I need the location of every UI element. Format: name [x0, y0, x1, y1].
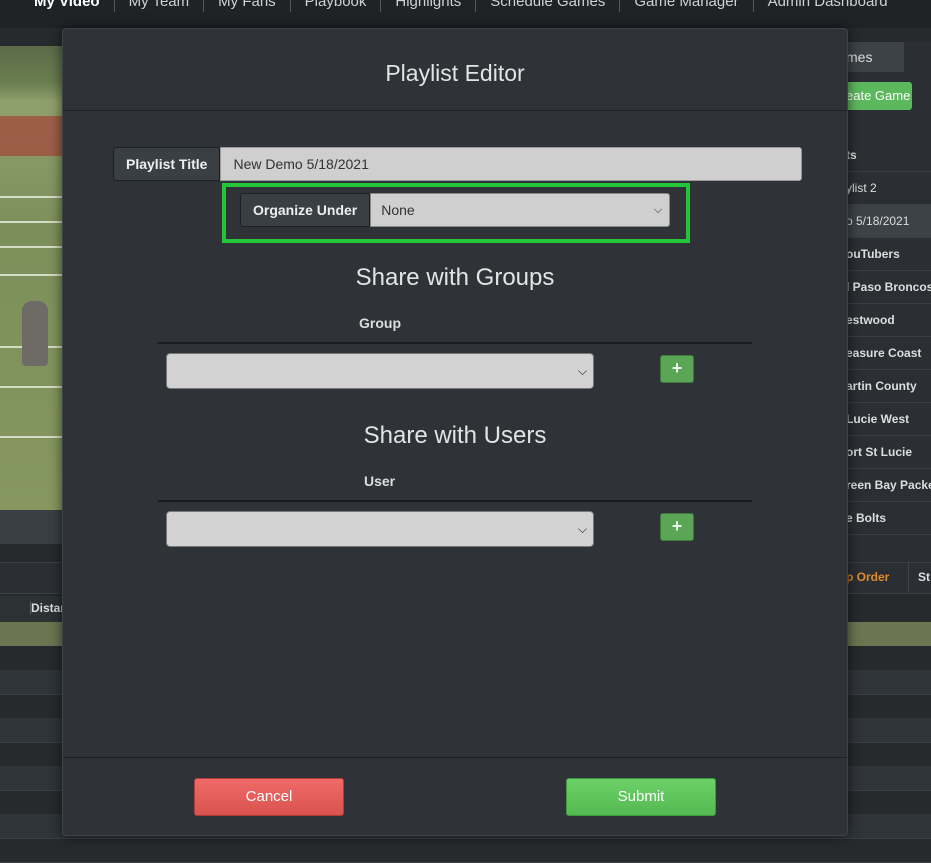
- add-group-button[interactable]: +: [660, 355, 694, 383]
- playlist-editor-modal: Playlist Editor Playlist Title New Demo …: [62, 28, 848, 836]
- yard-line: [0, 436, 62, 438]
- playlist-title-label: Playlist Title: [113, 147, 221, 181]
- list-item[interactable]: ort St Lucie: [846, 436, 931, 469]
- divider: [158, 500, 752, 502]
- tab-stats[interactable]: St: [908, 562, 931, 592]
- yard-line: [0, 196, 62, 198]
- yard-line: [0, 274, 62, 276]
- video-player[interactable]: [0, 46, 62, 510]
- organize-under-value: None: [381, 202, 415, 218]
- nav-schedule-games[interactable]: Schedule Games: [475, 0, 619, 12]
- list-item[interactable]: Lucie West: [846, 403, 931, 436]
- list-item[interactable]: e Bolts: [846, 502, 931, 535]
- create-game-button[interactable]: eate Game: [846, 82, 912, 110]
- list-item[interactable]: estwood: [846, 304, 931, 337]
- chevron-down-icon: ⌵: [577, 364, 587, 378]
- add-user-button[interactable]: +: [660, 513, 694, 541]
- yard-line: [0, 221, 62, 223]
- tab-games[interactable]: mes: [846, 42, 904, 72]
- nav-my-video[interactable]: My Video: [20, 0, 114, 12]
- modal-footer: [63, 757, 847, 836]
- organize-under-label: Organize Under: [240, 193, 371, 227]
- user-select[interactable]: ⌵: [166, 511, 594, 547]
- modal-header: Playlist Editor: [63, 29, 847, 111]
- divider: [158, 342, 752, 344]
- list-item[interactable]: ouTubers: [846, 238, 931, 271]
- group-select[interactable]: ⌵: [166, 353, 594, 389]
- chevron-down-icon: ⌵: [653, 204, 663, 216]
- cancel-button[interactable]: Cancel: [194, 778, 344, 816]
- list-item[interactable]: o 5/18/2021: [846, 205, 931, 238]
- playlist-list: ts ylist 2 o 5/18/2021 ouTubers l Paso B…: [846, 139, 931, 535]
- playlist-title-group: Playlist Title New Demo 5/18/2021: [113, 147, 803, 181]
- share-groups-title: Share with Groups: [355, 264, 555, 291]
- list-header: ts: [846, 139, 931, 172]
- organize-under-select[interactable]: None ⌵: [370, 193, 671, 227]
- nav-my-fans[interactable]: My Fans: [203, 0, 290, 12]
- table-row[interactable]: [0, 838, 931, 863]
- list-item[interactable]: l Paso Broncos: [846, 271, 931, 304]
- field-track: [0, 116, 62, 156]
- modal-title: Playlist Editor: [385, 60, 525, 86]
- list-item[interactable]: ylist 2: [846, 172, 931, 205]
- football-player: [22, 301, 48, 366]
- playlist-title-input[interactable]: New Demo 5/18/2021: [220, 147, 803, 181]
- playlist-side-panel: mes eate Game ts ylist 2 o 5/18/2021 ouT…: [846, 42, 931, 562]
- nav-my-team[interactable]: My Team: [113, 0, 204, 12]
- nav-admin-dashboard[interactable]: Admin Dashboard: [752, 0, 902, 12]
- yard-line: [0, 246, 62, 248]
- top-nav: My Video My Team My Fans Playbook Highli…: [0, 0, 931, 28]
- group-column-header: Group: [359, 315, 401, 331]
- share-users-title: Share with Users: [363, 422, 547, 449]
- list-item[interactable]: easure Coast: [846, 337, 931, 370]
- nav-highlights[interactable]: Highlights: [380, 0, 475, 12]
- user-column-header: User: [364, 473, 396, 489]
- video-controls[interactable]: [0, 510, 62, 544]
- list-item[interactable]: reen Bay Packe: [846, 469, 931, 502]
- chevron-down-icon: ⌵: [577, 522, 587, 536]
- nav-playbook[interactable]: Playbook: [289, 0, 381, 12]
- submit-button[interactable]: Submit: [566, 778, 716, 816]
- nav-game-manager[interactable]: Game Manager: [619, 0, 752, 12]
- yard-line: [0, 386, 62, 388]
- clip-table-header: Distan: [0, 596, 68, 622]
- list-item[interactable]: artin County: [846, 370, 931, 403]
- tab-clip-order[interactable]: p Order: [846, 562, 908, 592]
- organize-under-group: Organize Under None ⌵: [240, 193, 671, 227]
